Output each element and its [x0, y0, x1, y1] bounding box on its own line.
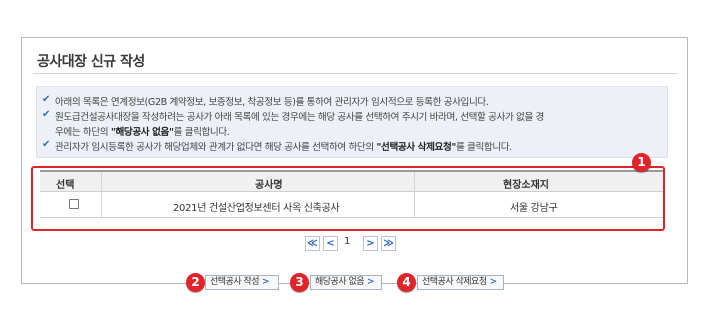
notice-text: 우에는 하단의 [55, 127, 109, 138]
content-panel [21, 37, 688, 284]
annotation-badge-1: 1 [632, 153, 651, 172]
page-title: 공사대장 신규 작성 [37, 54, 145, 70]
prev-page-button[interactable]: < [323, 236, 338, 251]
check-icon: ✔ [42, 139, 51, 150]
delete-request-button[interactable]: 선택공사 삭제요청 > [417, 275, 504, 290]
current-page-number[interactable]: 1 [344, 236, 350, 247]
annotation-badge-2: 2 [186, 273, 205, 292]
select-project-write-button[interactable]: 선택공사 작성 > [205, 275, 279, 290]
table-highlight-box [31, 166, 665, 231]
check-icon: ✔ [42, 94, 51, 105]
notice-emphasis: "선택공사 삭제요청" [376, 142, 456, 153]
notice-item-3: 관리자가 임시등록한 공사가 해당업체와 관계가 없다면 해당 공사를 선택하여… [55, 139, 512, 153]
check-icon: ✔ [42, 109, 51, 120]
arrow-right-icon: > [367, 277, 375, 287]
arrow-right-icon: > [489, 277, 498, 287]
title-divider [33, 73, 677, 74]
arrow-right-icon: > [262, 277, 270, 287]
notice-item-1: 아래의 목록은 연계정보(G2B 계약정보, 보증정보, 착공정보 등)를 통하… [55, 97, 489, 108]
annotation-badge-4: 4 [397, 273, 416, 292]
button-label: 해당공사 없음 [315, 277, 365, 287]
notice-item-2: 원도급건설공사대장을 작성하려는 공사가 아래 목록에 있는 경우에는 해당 공… [55, 112, 544, 123]
button-label: 선택공사 삭제요청 [422, 277, 487, 287]
notice-text: 관리자가 임시등록한 공사가 해당업체와 관계가 없다면 해당 공사를 선택하여… [55, 142, 374, 153]
no-project-button[interactable]: 해당공사 없음 > [310, 275, 382, 290]
button-label: 선택공사 작성 [210, 277, 260, 287]
notice-item-2-continued: 우에는 하단의 "해당공사 없음"를 클릭합니다. [55, 124, 230, 138]
notice-emphasis: "해당공사 없음" [110, 127, 174, 138]
next-page-button[interactable]: > [363, 236, 378, 251]
notice-box: ✔ 아래의 목록은 연계정보(G2B 계약정보, 보증정보, 착공정보 등)를 … [36, 86, 668, 158]
last-page-button[interactable]: ≫ [381, 236, 396, 251]
notice-text: 를 클릭합니다. [455, 142, 512, 153]
annotation-badge-3: 3 [290, 273, 309, 292]
notice-text: 를 클릭합니다. [173, 127, 230, 138]
first-page-button[interactable]: ≪ [305, 236, 320, 251]
